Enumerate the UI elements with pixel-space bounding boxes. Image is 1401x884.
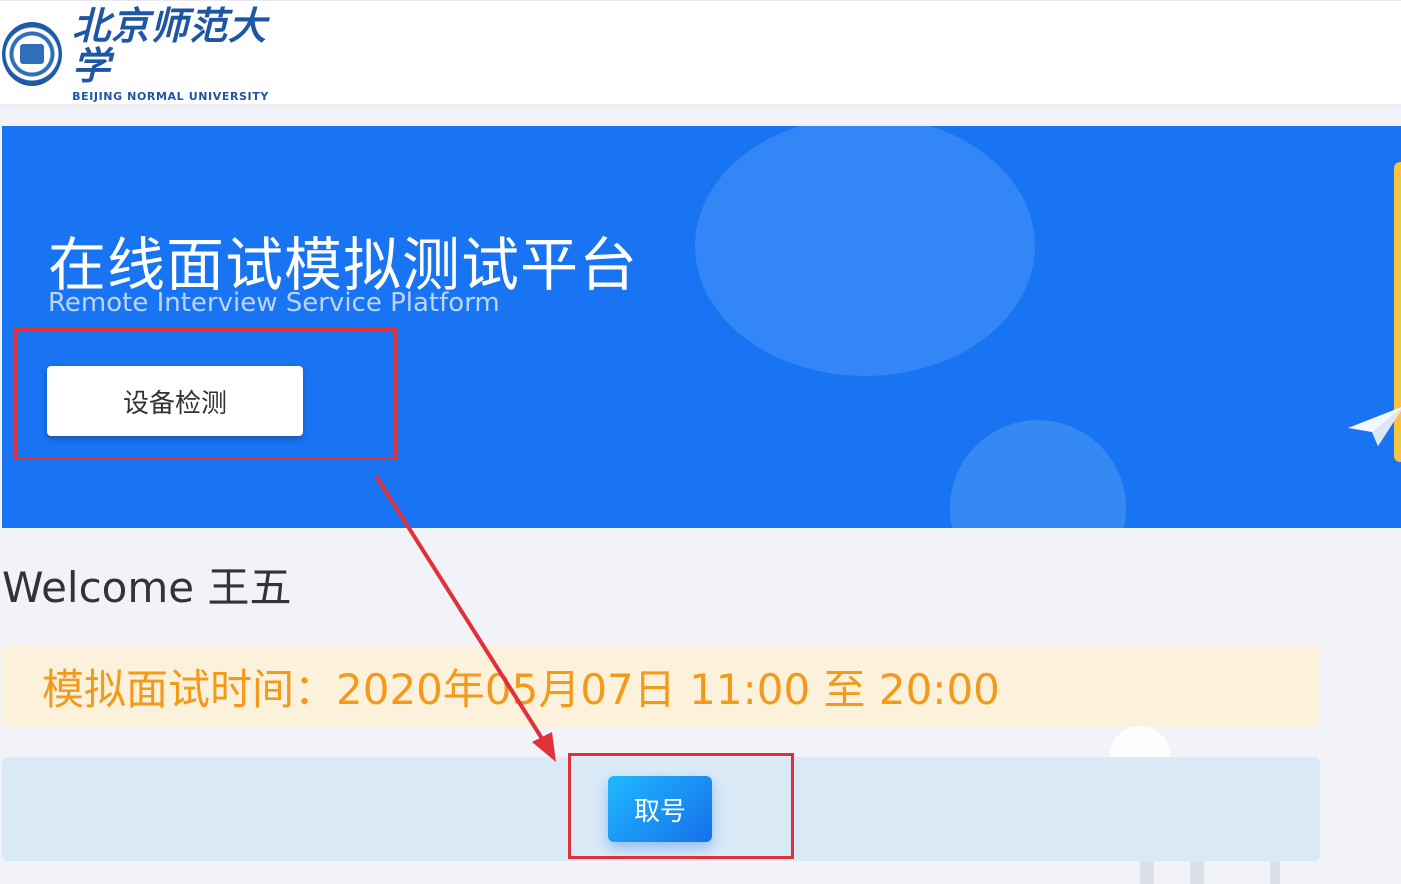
welcome-message: Welcome 王五: [2, 563, 292, 612]
hero-banner: 在线面试模拟测试平台 Remote Interview Service Plat…: [2, 126, 1401, 528]
annotation-box-device-check: [14, 328, 397, 460]
top-header: 北京师范大学 BEIJING NORMAL UNIVERSITY: [0, 0, 1401, 104]
logo-name-en: BEIJING NORMAL UNIVERSITY: [72, 89, 269, 103]
university-seal-icon: [2, 22, 63, 86]
university-logo[interactable]: 北京师范大学 BEIJING NORMAL UNIVERSITY: [2, 5, 292, 103]
page-subtitle: Remote Interview Service Platform: [48, 288, 500, 318]
logo-text: 北京师范大学 BEIJING NORMAL UNIVERSITY: [72, 2, 292, 103]
annotation-arrow-icon: [374, 474, 556, 762]
decorative-circle-large: [695, 126, 1035, 376]
decorative-circle-small: [950, 420, 1126, 528]
logo-name-cn: 北京师范大学: [72, 2, 268, 88]
annotation-box-take-number: [568, 753, 794, 859]
paper-plane-icon: [1348, 407, 1401, 446]
